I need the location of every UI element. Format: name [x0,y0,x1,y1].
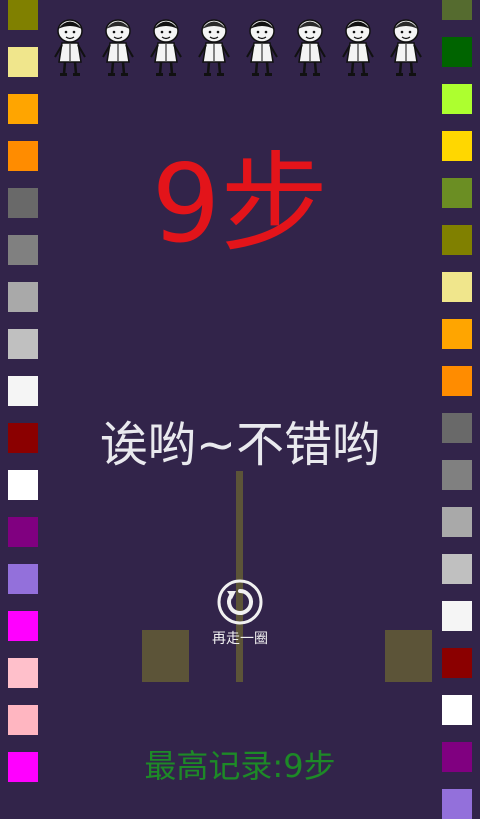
color-tile [8,705,38,735]
character-hat-boy-icon [54,19,86,76]
color-tile [442,554,472,584]
replay-label: 再走一圈 [212,631,268,647]
color-tile [442,84,472,114]
character-bald-boy-icon [246,19,278,76]
right-block [385,630,432,682]
color-tile [8,376,38,406]
character-strip [48,14,432,80]
color-tile [8,329,38,359]
color-tile [8,611,38,641]
color-tile [8,517,38,547]
left-block [142,630,189,682]
replay-button[interactable]: 再走一圈 [200,576,280,652]
color-tile [442,272,472,302]
color-tile [442,601,472,631]
character-ponytail-girl-icon [342,19,374,76]
color-tile [442,789,472,819]
color-tile [8,94,38,124]
color-tile [442,695,472,725]
praise-message: 诶哟~不错哟 [99,417,381,473]
color-tile [442,507,472,537]
character-bag-girl-icon [102,19,134,76]
character-cap-boy-icon [390,19,422,76]
color-tile [442,648,472,678]
color-tile [8,658,38,688]
character-bag-boy-icon [150,19,182,76]
color-tile [442,37,472,67]
character-bow-girl-icon [294,19,326,76]
character-braid-girl-icon [198,19,230,76]
best-record: 最高记录:9步 [144,747,336,785]
color-tile [442,319,472,349]
color-tile [442,0,472,20]
color-tile [8,47,38,77]
color-tile [442,366,472,396]
replay-icon [217,579,263,625]
color-tile [8,0,38,30]
color-tile [8,564,38,594]
color-tile [8,282,38,312]
steps-counter: 9步 [151,142,329,267]
